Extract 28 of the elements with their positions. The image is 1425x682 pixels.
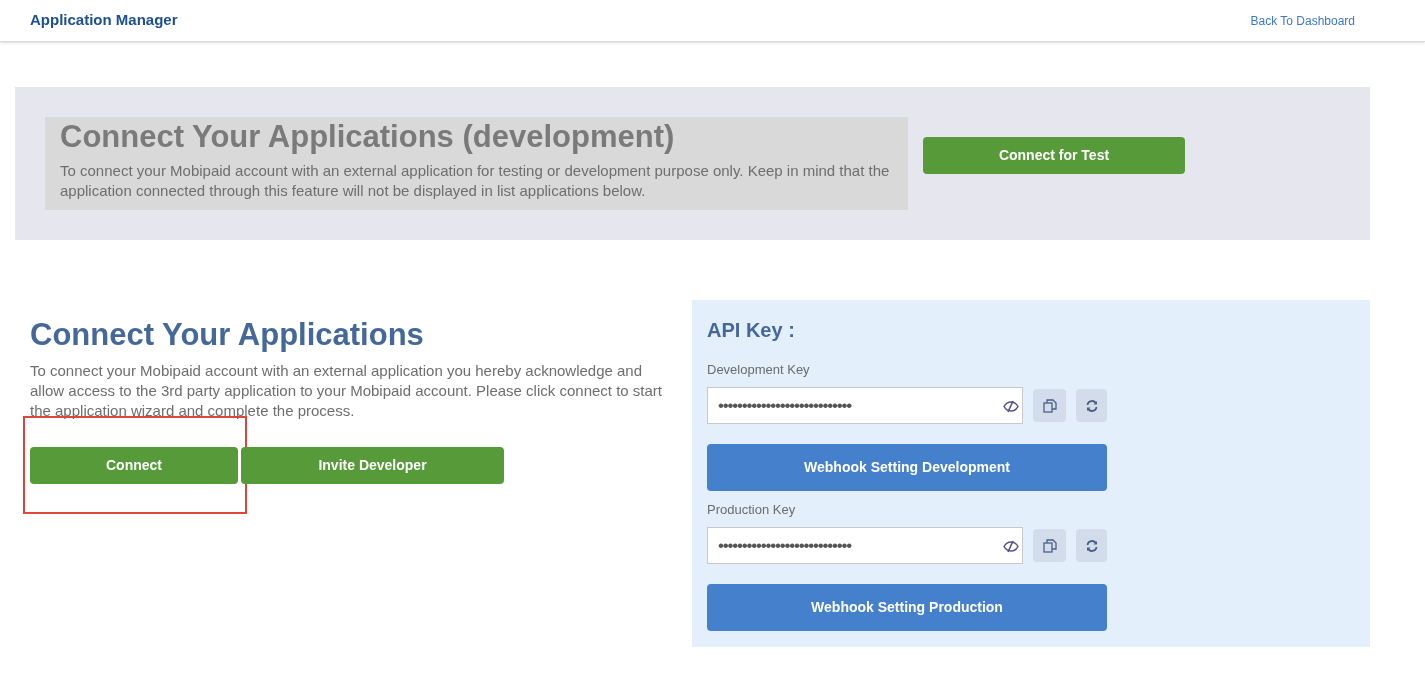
webhook-setting-button[interactable]: Webhook Setting Production (707, 584, 1107, 631)
api-key-heading: API Key : (707, 318, 796, 343)
refresh-button[interactable] (1076, 389, 1107, 422)
key-label: Development Key (707, 362, 811, 378)
development-description: To connect your Mobipaid account with an external application for testing or development purpose only. Keep in mind that the application connected through this feature will not be displayed in list applications below. (60, 161, 891, 201)
masked-key-text: •••••••••••••••••••••••••••• (718, 535, 852, 556)
hidden-eye-icon[interactable] (1003, 400, 1019, 413)
connect-for-test-button[interactable]: Connect for Test (923, 137, 1185, 174)
refresh-icon (1085, 399, 1098, 412)
connect-description: To connect your Mobipaid account with an external application you hereby acknowledge and allow access to the 3rd party application to your Mobipaid account. Please click connect to start the application wizard and complete the process. (30, 361, 663, 421)
connect-action-button[interactable]: Invite Developer (241, 447, 504, 484)
refresh-icon (1085, 539, 1098, 552)
connect-action-button[interactable]: Connect (30, 447, 238, 484)
key-field[interactable]: •••••••••••••••••••••••••••• (707, 387, 1023, 424)
hidden-eye-icon[interactable] (1003, 540, 1019, 553)
copy-icon (1042, 538, 1057, 553)
app-title: Application Manager (30, 10, 178, 31)
webhook-setting-button[interactable]: Webhook Setting Development (707, 444, 1107, 491)
copy-icon (1042, 398, 1057, 413)
key-field[interactable]: •••••••••••••••••••••••••••• (707, 527, 1023, 564)
key-label: Production Key (707, 502, 797, 518)
copy-button[interactable] (1033, 529, 1066, 562)
copy-button[interactable] (1033, 389, 1066, 422)
refresh-button[interactable] (1076, 529, 1107, 562)
masked-key-text: •••••••••••••••••••••••••••• (718, 395, 852, 416)
connect-heading: Connect Your Applications (30, 317, 425, 353)
back-to-dashboard-link[interactable]: Back To Dashboard (1250, 11, 1355, 30)
development-heading: Connect Your Applications (development) (60, 118, 676, 156)
